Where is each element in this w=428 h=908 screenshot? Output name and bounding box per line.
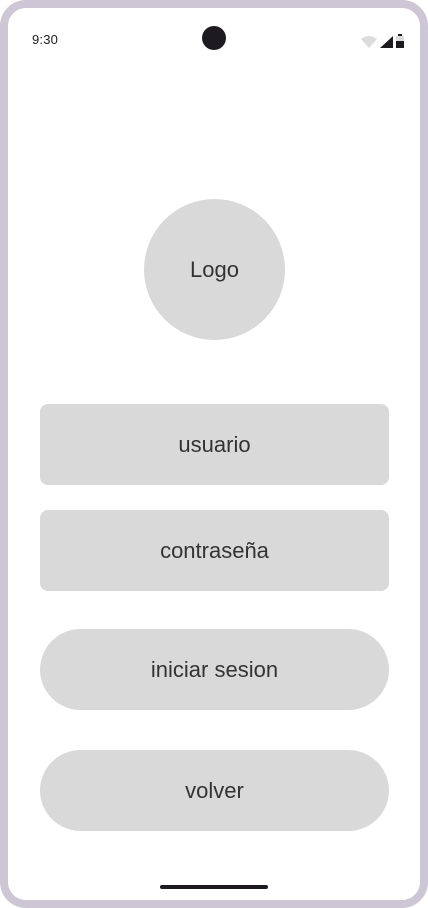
logo-label: Logo: [190, 256, 239, 282]
logo-placeholder: Logo: [144, 199, 285, 340]
home-indicator[interactable]: [160, 885, 268, 889]
status-bar: 9:30: [8, 8, 420, 68]
username-placeholder: usuario: [178, 431, 251, 457]
battery-icon: [396, 34, 404, 48]
wifi-icon: [361, 36, 377, 48]
phone-frame: 9:30 Logo usuario contraseña iniciar ses…: [0, 0, 428, 908]
status-icons: [361, 34, 404, 48]
login-button[interactable]: iniciar sesion: [40, 629, 389, 710]
password-field[interactable]: contraseña: [40, 510, 389, 591]
camera-cutout: [202, 26, 226, 50]
status-time: 9:30: [32, 32, 59, 47]
signal-icon: [380, 36, 393, 48]
login-button-label: iniciar sesion: [150, 656, 279, 682]
username-field[interactable]: usuario: [40, 404, 389, 485]
back-button-label: volver: [185, 777, 244, 803]
password-placeholder: contraseña: [160, 537, 269, 563]
back-button[interactable]: volver: [40, 750, 389, 831]
